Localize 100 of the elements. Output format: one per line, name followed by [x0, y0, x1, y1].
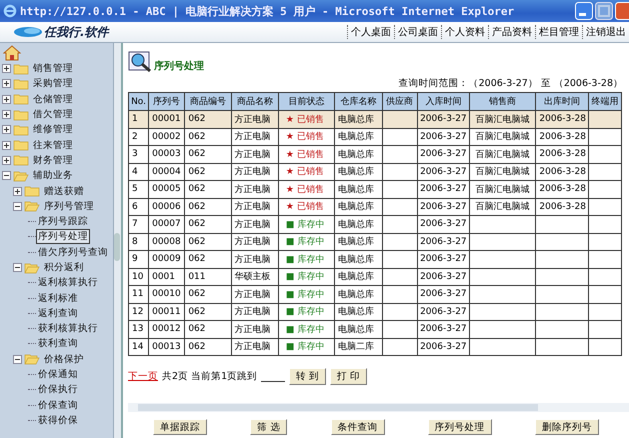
tree-item[interactable]: 借欠管理: [31, 107, 75, 122]
table-cell: 电脑总库: [338, 150, 374, 160]
status-text: ★ 已销售: [284, 167, 324, 178]
go-button[interactable]: 转 到: [289, 368, 326, 385]
tree-item[interactable]: 往来管理: [31, 138, 75, 153]
tree-item[interactable]: 返利查询: [36, 306, 80, 321]
table-cell: 9: [132, 254, 138, 264]
nav-link[interactable]: 产品资料: [488, 25, 535, 39]
maximize-icon: [595, 2, 613, 20]
table-cell: 00004: [152, 166, 181, 177]
tree-item[interactable]: 辅助业务: [31, 168, 75, 184]
tree-item[interactable]: 赠送获赠: [42, 184, 86, 199]
table-cell: 2006-3-27: [420, 324, 467, 334]
table-cell: 00003: [152, 149, 181, 160]
tree-item[interactable]: 价保执行: [36, 382, 80, 398]
expand-icon[interactable]: [2, 94, 11, 104]
tree-item[interactable]: 获得价保: [36, 412, 80, 428]
status-text: ■ 库存中: [284, 220, 324, 230]
tree-item[interactable]: 序列号跟踪: [36, 214, 90, 230]
expand-icon[interactable]: [13, 186, 22, 196]
table-cell: 2006-3-28: [539, 166, 586, 177]
expand-icon[interactable]: [2, 110, 11, 120]
table-cell: 062: [188, 289, 206, 300]
tree-item[interactable]: 销售管理: [31, 61, 75, 76]
tree-item[interactable]: 获利核算执行: [36, 321, 100, 336]
table-cell: 00010: [152, 289, 181, 300]
table-cell: 方正电脑: [234, 290, 271, 300]
tree-item[interactable]: 财务管理: [31, 152, 75, 168]
tree-item[interactable]: 序列号处理: [36, 229, 90, 244]
table-cell: 2006-3-27: [420, 132, 467, 142]
tree-item[interactable]: 返利核算执行: [36, 275, 100, 290]
expand-icon[interactable]: [2, 140, 11, 150]
expand-icon[interactable]: [2, 156, 11, 165]
collapse-icon[interactable]: [13, 202, 22, 211]
home-icon[interactable]: [3, 45, 21, 61]
table-cell: 2006-3-27: [420, 149, 467, 160]
close-icon[interactable]: [615, 2, 629, 20]
table-cell: 062: [188, 236, 206, 247]
tree-item[interactable]: 序列号管理: [42, 198, 96, 214]
window-title: http://127.0.0.1 - ABC | 电脑行业解决方案 5 用户 - Microsoft Internet Explorer: [20, 4, 516, 18]
nav-link[interactable]: 注销退出: [582, 25, 629, 39]
table-cell: 2006-3-27: [420, 219, 467, 230]
tree-item[interactable]: 借欠序列号查询: [36, 244, 110, 260]
table-cell: 电脑总库: [338, 167, 374, 178]
column-header: 供应商: [382, 92, 418, 110]
tree-item[interactable]: 获利查询: [36, 336, 80, 352]
table-cell: 00007: [152, 219, 181, 230]
table-cell: 方正电脑: [234, 237, 271, 248]
collapse-icon[interactable]: [13, 263, 22, 272]
status-text: ■ 库存中: [284, 324, 324, 335]
nav-link[interactable]: 个人资料: [441, 25, 488, 39]
action-button[interactable]: 序列号处理: [428, 419, 492, 435]
table-cell: 方正电脑: [234, 184, 271, 195]
table-cell: 062: [188, 342, 206, 352]
column-header: 终端用: [588, 92, 622, 110]
table-cell: 电脑总库: [338, 184, 374, 195]
action-button[interactable]: 条件查询: [330, 419, 384, 435]
collapse-icon[interactable]: [2, 171, 11, 180]
tree-item[interactable]: 维修管理: [31, 122, 75, 138]
status-text: ★ 已销售: [284, 132, 324, 142]
table-cell: 2006-3-27: [420, 166, 467, 177]
nav-link[interactable]: 个人桌面: [347, 25, 394, 39]
table-cell: 电脑总库: [338, 290, 374, 300]
next-page-link[interactable]: 下一页: [128, 370, 158, 383]
scrollbar[interactable]: [128, 403, 629, 412]
expand-icon[interactable]: [2, 125, 11, 134]
scrollbar[interactable]: [113, 43, 121, 438]
tree-item[interactable]: 仓储管理: [31, 92, 75, 107]
nav-link[interactable]: 栏目管理: [535, 25, 582, 39]
expand-icon[interactable]: [2, 64, 11, 74]
action-button[interactable]: 删除序列号: [534, 419, 599, 435]
tree-item[interactable]: 价格保护: [42, 352, 86, 367]
column-header: 出库时间: [536, 92, 588, 110]
table-cell: 方正电脑: [234, 167, 271, 178]
table-cell: 电脑总库: [338, 254, 374, 265]
table-cell: 方正电脑: [234, 114, 271, 125]
status-text: ★ 已销售: [284, 184, 324, 195]
action-button[interactable]: 单据跟踪: [153, 419, 207, 435]
table-cell: 电脑总库: [338, 237, 374, 248]
table-cell: 062: [188, 132, 206, 142]
table-cell: 11: [132, 289, 144, 300]
table-cell: 2006-3-28: [539, 202, 586, 212]
tree-item[interactable]: 采购管理: [31, 76, 75, 92]
print-button[interactable]: 打 印: [330, 368, 368, 385]
expand-icon[interactable]: [2, 79, 11, 88]
query-range: 查询时间范围：（2006-3-27） 至 （2006-3-28）: [398, 77, 624, 90]
table-cell: 电脑总库: [338, 220, 374, 230]
action-button[interactable]: 筛 选: [250, 419, 288, 435]
table-cell: 00009: [152, 254, 181, 264]
tree-item[interactable]: 价保查询: [36, 398, 80, 413]
minimize-icon[interactable]: [575, 2, 593, 20]
nav-link[interactable]: 公司桌面: [394, 25, 441, 39]
tree-item[interactable]: 积分返利: [42, 260, 86, 275]
table-cell: 00006: [152, 202, 181, 212]
folder-icon: [13, 154, 29, 166]
tree-item[interactable]: 价保通知: [36, 367, 80, 382]
tree-item[interactable]: 返利标准: [36, 290, 80, 306]
collapse-icon[interactable]: [13, 354, 22, 364]
open-folder-icon: [24, 353, 40, 366]
table-cell: 8: [132, 236, 138, 247]
